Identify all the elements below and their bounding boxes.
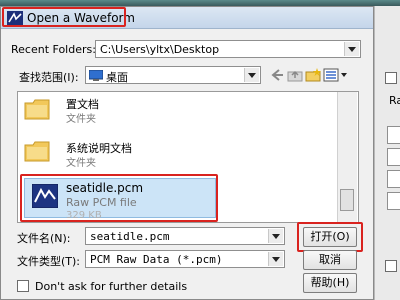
side-input[interactable] xyxy=(387,170,400,188)
chevron-down-icon[interactable] xyxy=(344,42,359,56)
view-menu-icon[interactable] xyxy=(323,68,349,82)
title-bar[interactable]: Open a Waveform xyxy=(1,7,373,29)
open-waveform-dialog: Open a Waveform Recent Folders: C:\Users… xyxy=(0,6,374,300)
file-type: 文件夹 xyxy=(66,158,96,169)
side-input[interactable] xyxy=(387,126,400,144)
look-in-label: 查找范围(I): xyxy=(19,71,79,84)
look-in-value: 桌面 xyxy=(106,71,128,84)
file-list[interactable]: 置文档 文件夹 系统说明文档 文件夹 seatidle.pcm Raw PCM … xyxy=(17,91,359,223)
scrollbar-thumb[interactable] xyxy=(340,189,354,211)
dont-ask-label: Don't ask for further details xyxy=(35,280,188,293)
cancel-button[interactable]: 取消 xyxy=(303,250,357,270)
file-type-label: 文件类型(T): xyxy=(17,255,81,268)
chevron-down-icon[interactable] xyxy=(244,68,259,82)
chevron-down-icon[interactable] xyxy=(268,252,283,266)
side-checkbox[interactable] xyxy=(385,72,397,84)
file-name-value: seatidle.pcm xyxy=(90,230,170,243)
side-text: Raw xyxy=(389,94,400,107)
recent-folders-select[interactable]: C:\Users\yltx\Desktop xyxy=(95,40,361,58)
file-type-value: PCM Raw Data (*.pcm) xyxy=(90,253,223,266)
file-type-select[interactable]: PCM Raw Data (*.pcm) xyxy=(85,250,285,268)
chevron-down-icon[interactable] xyxy=(268,229,283,243)
back-arrow-icon[interactable] xyxy=(269,68,285,82)
recent-folders-label: Recent Folders: xyxy=(11,43,96,56)
folder-icon xyxy=(24,140,50,162)
recent-folders-value: C:\Users\yltx\Desktop xyxy=(100,43,220,56)
open-button-highlight-box xyxy=(297,222,363,252)
folder-icon xyxy=(24,98,50,120)
new-folder-icon[interactable] xyxy=(305,68,321,82)
file-type: 文件夹 xyxy=(66,114,96,125)
side-input[interactable] xyxy=(387,192,400,210)
title-highlight-box xyxy=(2,7,126,27)
side-checkbox[interactable] xyxy=(385,260,397,272)
side-input[interactable] xyxy=(387,148,400,166)
up-folder-icon[interactable] xyxy=(287,68,303,82)
file-name-input[interactable]: seatidle.pcm xyxy=(85,227,285,245)
file-name-label: 文件名(N): xyxy=(17,232,71,245)
file-highlight-box xyxy=(20,174,218,222)
look-in-select[interactable]: 桌面 xyxy=(85,66,261,84)
right-side-panel: Raw xyxy=(374,6,400,300)
dont-ask-checkbox[interactable] xyxy=(17,280,29,292)
help-button[interactable]: 帮助(H) xyxy=(303,273,357,293)
desktop-icon xyxy=(88,69,104,81)
